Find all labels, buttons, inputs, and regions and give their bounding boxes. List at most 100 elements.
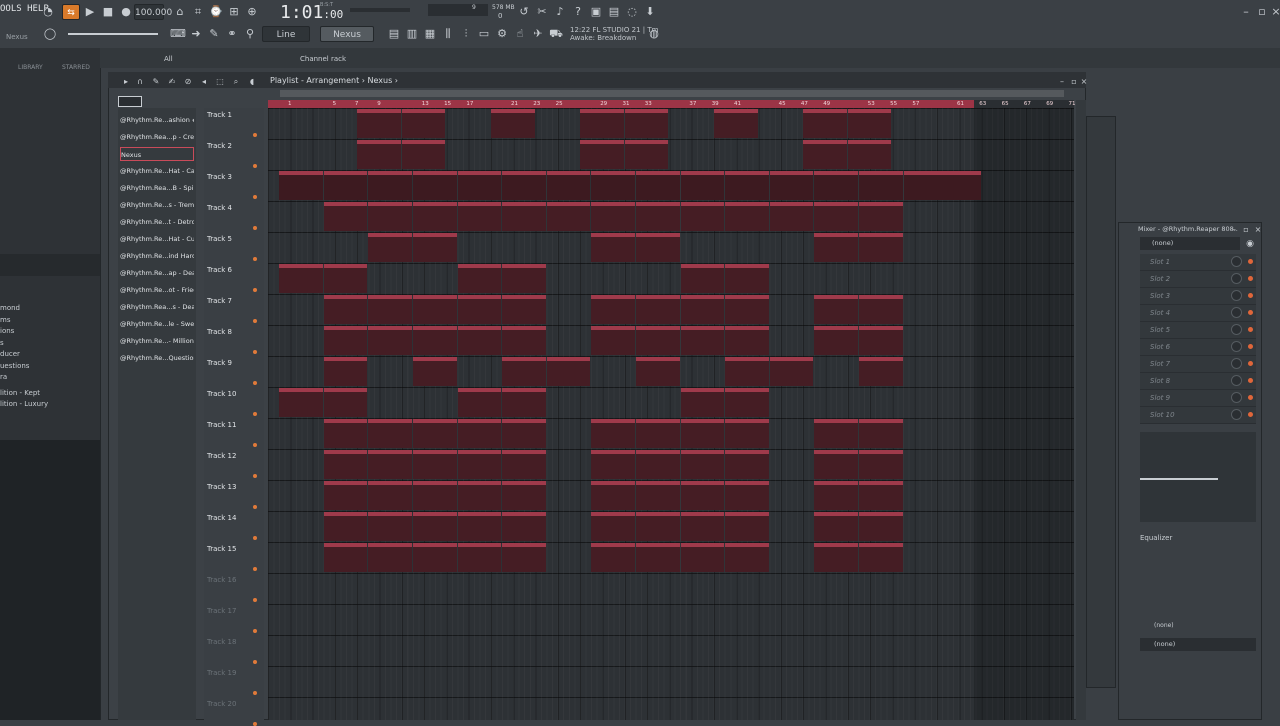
pattern-clip[interactable]: @Rhythm...inz [412,233,457,262]
pattern-clip[interactable]: @Rhythm...ath [457,450,502,479]
slot-enable-led[interactable] [1248,327,1253,332]
pattern-select[interactable]: Nexus [320,26,374,42]
mixer-slot[interactable]: Slot 1 [1140,254,1256,271]
pattern-clip[interactable]: @Rhythm...tions [680,543,725,572]
countdown-icon[interactable]: ⌚ [208,4,224,20]
globe-icon[interactable]: ◍ [646,26,662,42]
pattern-clip[interactable]: @Rhythm...Cash [725,202,769,231]
equalizer-display[interactable] [1140,432,1256,522]
slot-enable-led[interactable] [1248,395,1253,400]
mixer-output-select[interactable]: (none) [1140,638,1256,651]
slot-mix-knob[interactable] [1231,256,1242,267]
pattern-clip[interactable]: @Rhythm...edit [580,140,624,169]
track-mute-led[interactable] [253,474,257,478]
pattern-clip[interactable]: @Rhythm...ath [680,450,725,479]
pattern-clip[interactable]: @Rhy...oit [368,295,412,324]
slot-enable-led[interactable] [1248,378,1253,383]
pattern-clip[interactable]: @Rhythm...ried [858,419,903,448]
browser-item[interactable]: ducer [0,350,20,358]
pattern-clip[interactable]: @Rhythm...weet [368,481,412,510]
pattern-clip[interactable]: @Rhythm...arder [412,357,457,386]
pattern-clip[interactable]: @Rhythm...emor [457,264,502,293]
pattern-clip[interactable]: @Rhythm...on #2 [803,109,847,138]
mixer-output-1[interactable]: (none) [1154,622,1174,629]
pattern-clip[interactable]: @Rhy...oit [457,295,502,324]
pattern-clip[interactable]: Nexus [903,171,981,200]
track-label[interactable]: Track 10 [207,390,236,398]
plugin-icon[interactable]: ⚙ [494,26,510,42]
track-label[interactable]: Track 20 [207,700,236,708]
track-label[interactable]: Track 18 [207,638,236,646]
track-mute-led[interactable] [253,226,257,230]
playlist-icon[interactable]: ▤ [386,26,402,42]
clip-source-item[interactable]: @Rhythm.Re...ashion #2 [120,113,194,127]
pattern-clip[interactable]: @Rhythm...tions [591,543,635,572]
pattern-clip[interactable]: @Rhythm...emor [279,264,323,293]
pattern-clip[interactable]: @Rhy...oit [323,295,368,324]
pattern-clip[interactable]: @Rhythm...- Cut [814,326,858,355]
pattern-clip[interactable]: @Rhy...ns [368,512,412,541]
tab-channel-rack[interactable]: Channel rack [300,55,346,63]
mic-icon[interactable]: ♪ [552,4,568,20]
pattern-clip[interactable]: @Rhythm...weet [858,481,903,510]
pattern-clip[interactable]: @Rhythm...ath [502,450,546,479]
clip-source-item[interactable]: @Rhythm.Rea...B - Spinz [120,181,194,195]
pattern-clip[interactable]: Nexus [546,171,591,200]
pattern-clip[interactable]: @Rhythm...emor [680,264,725,293]
mixer-icon[interactable]: ⫼ [440,26,456,42]
pattern-clip[interactable]: @Rhythm...n #2 [491,109,535,138]
pattern-clip[interactable]: @Rhythm...edit [847,140,892,169]
pattern-clip[interactable]: @Rhythm...Cash [680,202,725,231]
pattern-clip[interactable]: @Rhy...oit [725,295,769,324]
track-mute-led[interactable] [253,598,257,602]
mixer-settings-icon[interactable]: ◉ [1242,236,1258,252]
track-mute-led[interactable] [253,133,257,137]
pattern-clip[interactable]: @Rhythm...inz [635,233,680,262]
pattern-clip[interactable]: @Rhythm...weet [635,481,680,510]
mixer-slot[interactable]: Slot 6 [1140,339,1256,356]
track-label[interactable]: Track 19 [207,669,236,677]
browser-item[interactable]: ms [0,316,10,324]
pattern-clip[interactable]: @Rhythm...weet [457,481,502,510]
pattern-clip[interactable]: @Rhy...ns [858,512,903,541]
speaker-icon[interactable]: ◖ [244,74,260,90]
pattern-clip[interactable]: Nexus [769,171,814,200]
pattern-clip[interactable]: @Rhythm...ath [412,450,457,479]
pattern-clip[interactable]: @Rhythm...ath [591,450,635,479]
pattern-clip[interactable]: @Rhy...ns [323,512,368,541]
pattern-clip[interactable]: @Rhyth...eet [323,481,368,510]
pattern-clip[interactable]: @Rhythm...on #2 [580,109,624,138]
pattern-clip[interactable]: @Rhythm...weet [502,481,546,510]
pattern-clip[interactable]: @Rhythm...tions [502,543,546,572]
mixer-input-select[interactable]: (none) [1140,237,1240,250]
pattern-clip[interactable]: @Rhythm...ried [814,419,858,448]
slot-mix-knob[interactable] [1231,324,1242,335]
master-pitch-bar[interactable] [350,8,410,12]
browser-item[interactable]: lition - Kept [0,389,40,397]
track-label[interactable]: Track 9 [207,359,232,367]
pattern-clip[interactable]: @Rhythm...edit [357,140,401,169]
track-label[interactable]: Track 5 [207,235,232,243]
pattern-clip[interactable]: @Rhy...ns [457,512,502,541]
pattern-clip[interactable]: @Rhythm...inz [858,233,903,262]
snap-select[interactable]: Line [262,26,310,42]
select-tool-icon[interactable]: ⬚ [212,74,228,90]
pattern-clip[interactable]: @Rhythm...- Cut [680,326,725,355]
clipboard-icon[interactable]: ▭ [476,26,492,42]
pattern-clip[interactable]: @Rhy...ns [814,512,858,541]
pattern-clip[interactable]: @Rhythm...tions [368,543,412,572]
clip-source-item[interactable]: @Rhythm.Rea...s - Death [120,300,194,314]
slot-enable-led[interactable] [1248,259,1253,264]
track-label[interactable]: Track 11 [207,421,236,429]
browser-tab-starred[interactable]: STARRED [62,64,90,71]
pattern-song-toggle[interactable]: ⇆ [62,4,80,20]
track-label[interactable]: Track 16 [207,576,236,584]
pattern-clip[interactable]: @Rhyt...Cut [323,326,368,355]
paint-tool-icon[interactable]: ✍ [164,74,180,90]
pattern-clip[interactable]: @Rhythm...ead [279,388,323,417]
draw-tool-icon[interactable]: ✎ [148,74,164,90]
slot-enable-led[interactable] [1248,412,1253,417]
track-mute-led[interactable] [253,722,257,726]
tab-all[interactable]: All [164,55,173,63]
track-mute-led[interactable] [253,505,257,509]
